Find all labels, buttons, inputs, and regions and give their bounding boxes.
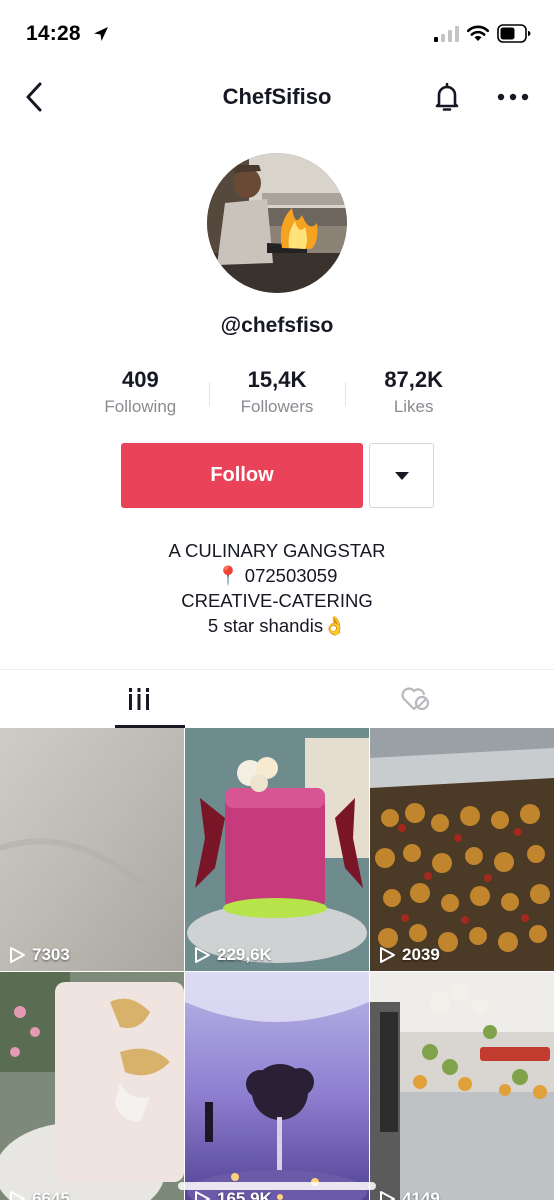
bio-line: 5 star shandis👌: [207, 615, 347, 636]
play-icon: [10, 1191, 25, 1200]
follow-button[interactable]: Follow: [121, 443, 363, 508]
home-indicator[interactable]: [178, 1182, 376, 1190]
view-count: 165,9K: [193, 1189, 272, 1200]
play-icon: [380, 1191, 395, 1200]
tab-videos[interactable]: [0, 670, 277, 728]
followers-count: 15,4K: [247, 367, 307, 392]
play-icon: [195, 947, 210, 963]
cellular-signal-icon: [434, 26, 459, 42]
triangle-down-icon: [394, 471, 409, 480]
battery-icon: [497, 24, 531, 43]
video-thumbnail[interactable]: 4149: [370, 972, 554, 1200]
video-thumbnail[interactable]: 7303: [0, 728, 184, 971]
video-thumbnail-image: [185, 728, 369, 971]
grid-icon: [128, 688, 149, 710]
video-grid: 7303 229,6K 2039 6645 165,9K 4149: [0, 728, 554, 1200]
video-thumbnail-image: [0, 728, 184, 971]
play-icon: [10, 947, 25, 963]
following-label: Following: [104, 397, 177, 416]
following-count: 409: [121, 367, 159, 392]
video-thumbnail-image: [370, 728, 554, 971]
wifi-icon: [466, 25, 490, 41]
view-count: 2039: [378, 945, 440, 965]
video-thumbnail-image: [0, 972, 184, 1200]
profile-bio: A CULINARY GANGSTAR 📍 072503059 CREATIVE…: [0, 538, 554, 638]
video-thumbnail-image: [185, 972, 369, 1200]
page-title: ChefSifiso: [222, 84, 332, 109]
profile-avatar[interactable]: [207, 153, 347, 293]
followers-label: Followers: [240, 397, 314, 416]
view-count-value: 6645: [32, 1189, 70, 1200]
view-count-value: 2039: [402, 945, 440, 964]
view-count: 4149: [378, 1189, 440, 1200]
video-thumbnail[interactable]: 2039: [370, 728, 554, 971]
play-icon: [195, 1191, 210, 1200]
tab-liked-videos[interactable]: [277, 670, 554, 728]
status-time: 14:28: [26, 22, 81, 45]
nav-bar: ChefSifiso: [0, 68, 554, 128]
hidden-likes-icon: [401, 687, 429, 711]
likes-count: 87,2K: [384, 367, 444, 392]
view-count: 6645: [8, 1189, 70, 1200]
video-thumbnail[interactable]: 6645: [0, 972, 184, 1200]
bio-line: CREATIVE-CATERING: [181, 590, 373, 611]
view-count: 229,6K: [193, 945, 272, 965]
bio-line: 📍 072503059: [216, 565, 338, 586]
more-options-icon[interactable]: [494, 82, 532, 112]
stat-likes[interactable]: 87,2K Likes: [345, 366, 482, 420]
bio-line: A CULINARY GANGSTAR: [168, 540, 386, 561]
view-count-value: 7303: [32, 945, 70, 964]
view-count-value: 4149: [402, 1189, 440, 1200]
play-icon: [380, 947, 395, 963]
view-count: 7303: [8, 945, 70, 965]
likes-label: Likes: [393, 397, 434, 416]
suggested-accounts-dropdown-button[interactable]: [369, 443, 434, 508]
profile-stats: 409 Following 15,4K Followers 87,2K Like…: [72, 366, 482, 420]
video-thumbnail[interactable]: 229,6K: [185, 728, 369, 971]
view-count-value: 229,6K: [217, 945, 272, 964]
profile-tabs: [0, 669, 554, 728]
video-thumbnail-image: [370, 972, 554, 1200]
view-count-value: 165,9K: [217, 1189, 272, 1200]
video-thumbnail[interactable]: 165,9K: [185, 972, 369, 1200]
stat-following[interactable]: 409 Following: [72, 366, 209, 420]
status-bar: 14:28: [0, 0, 554, 68]
location-arrow-icon: [94, 27, 108, 41]
stat-followers[interactable]: 15,4K Followers: [208, 366, 346, 420]
bell-icon[interactable]: [430, 80, 464, 114]
username-handle: @chefsfiso: [220, 314, 334, 337]
